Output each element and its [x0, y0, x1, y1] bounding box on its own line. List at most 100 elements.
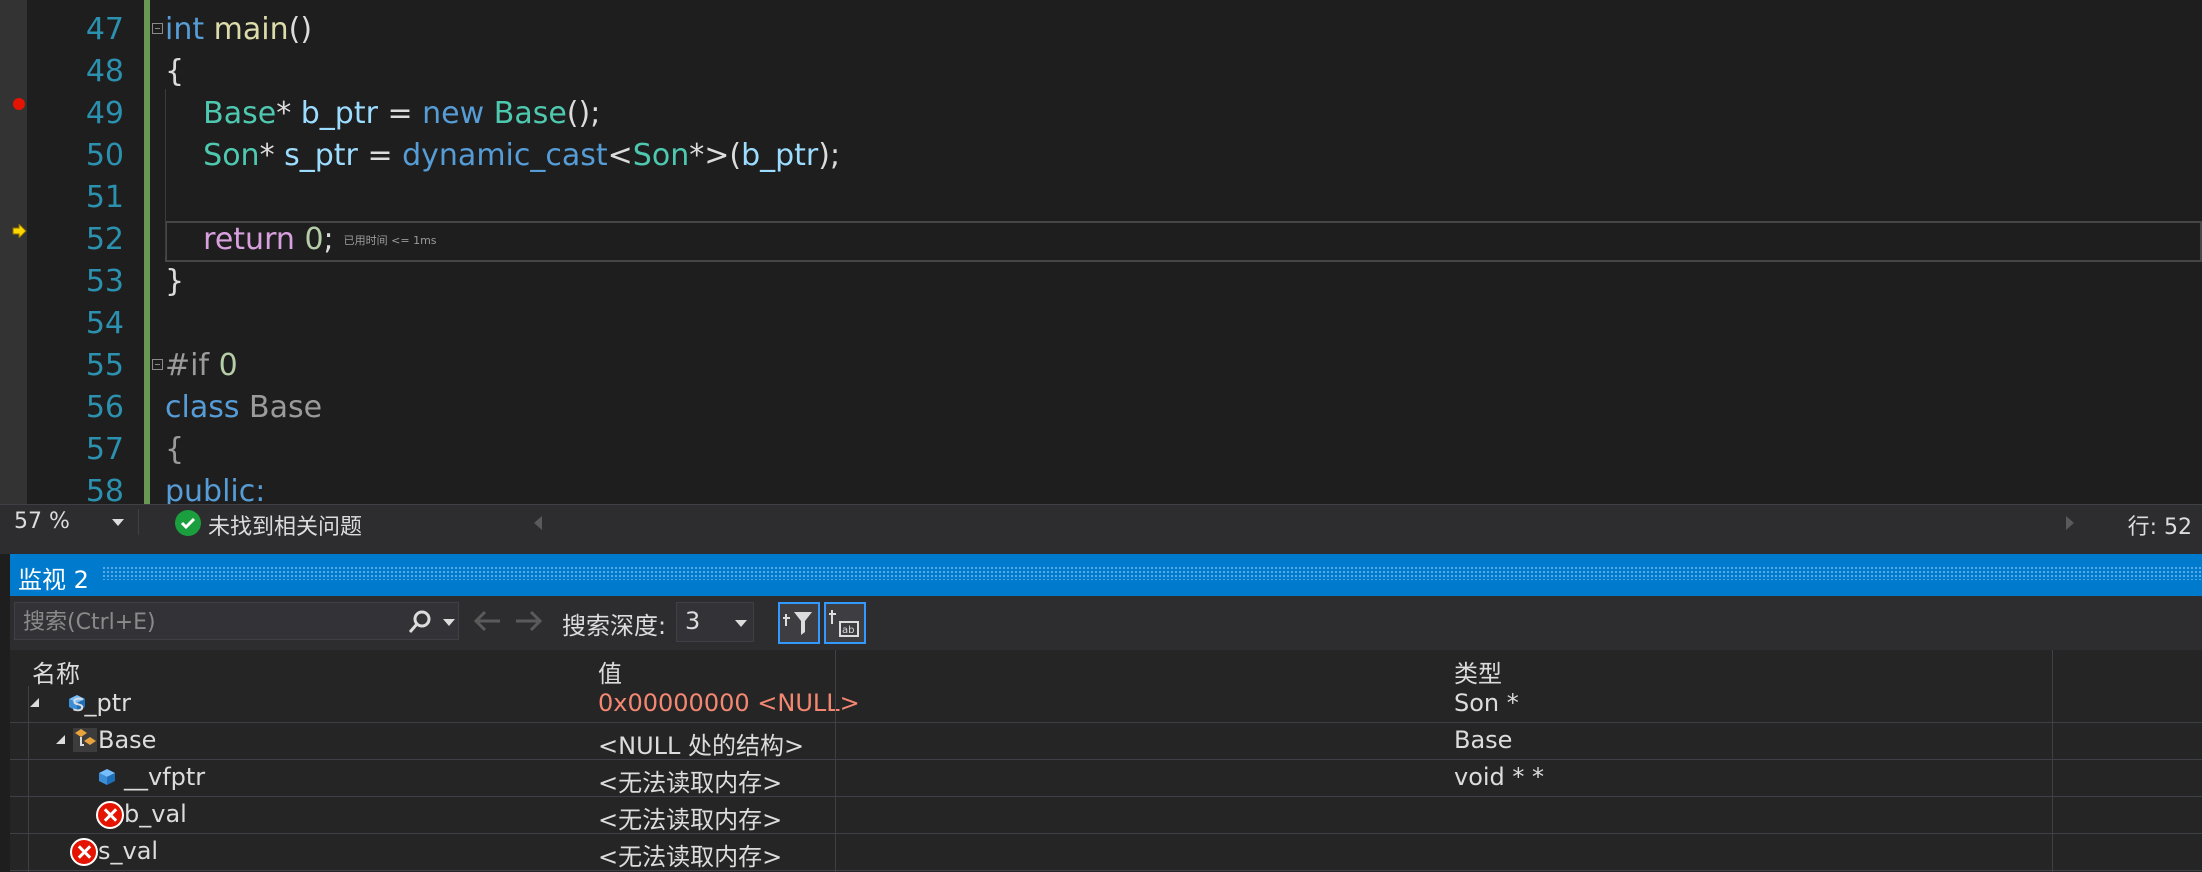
scroll-right-icon[interactable] [2066, 516, 2074, 530]
variable-name[interactable]: b_val [124, 800, 187, 828]
watch-row[interactable]: Base <NULL 处的结构> Base [10, 723, 2202, 760]
watch-row[interactable]: b_val <无法读取内存> [10, 797, 2202, 834]
collapse-arrow-icon[interactable] [56, 735, 65, 744]
code-line[interactable]: 49 Base* b_ptr = new Base(); [0, 93, 2202, 135]
code-token: class [165, 390, 240, 425]
code-token: (); [566, 96, 601, 131]
code-token: 0 [218, 348, 238, 383]
code-line[interactable]: 47 int main() [0, 9, 2202, 51]
arrow-left-icon[interactable] [472, 608, 502, 634]
code-token: { [165, 432, 185, 467]
indent-guide [165, 89, 166, 257]
arrow-right-icon[interactable] [514, 608, 544, 634]
watch-row[interactable]: s_ptr 0x00000000 <NULL> Son * [10, 686, 2202, 723]
line-number: 55 [85, 348, 124, 383]
variable-value[interactable]: <无法读取内存> [598, 800, 782, 835]
code-text[interactable]: int main() [165, 9, 312, 51]
code-line[interactable]: 52 return 0; 已用时间 <= 1ms [0, 219, 2202, 261]
code-token: Base [493, 96, 567, 131]
code-line[interactable]: 51 [0, 177, 2202, 219]
code-text[interactable]: Son* s_ptr = dynamic_cast<Son*>(b_ptr); [165, 135, 840, 177]
search-depth-select[interactable]: 3 [676, 602, 754, 642]
code-line[interactable]: 55 #if 0 [0, 345, 2202, 387]
code-token: () [288, 12, 313, 47]
hex-display-button[interactable]: ab [824, 602, 866, 644]
search-depth-label: 搜索深度: [562, 612, 667, 640]
grid-header: 名称 值 类型 [10, 650, 2202, 689]
line-indicator: 行: 52 [2127, 515, 2192, 540]
variable-name[interactable]: s_val [98, 837, 158, 865]
variable-name[interactable]: __vfptr [124, 763, 205, 791]
code-editor[interactable]: 47 int main() 48{49 Base* b_ptr = new Base… [0, 0, 2202, 504]
watch-window-title: 监视 2 [18, 566, 89, 594]
code-line[interactable]: 48 { [0, 51, 2202, 93]
variable-value[interactable]: <无法读取内存> [598, 837, 782, 872]
watch-row[interactable]: s_val <无法读取内存> [10, 834, 2202, 871]
column-header-type[interactable]: 类型 [1454, 654, 1502, 689]
search-icon[interactable] [407, 609, 433, 635]
code-line[interactable]: 58 public: [0, 471, 2202, 504]
variable-value[interactable]: <无法读取内存> [598, 763, 782, 798]
code-token: #if [165, 348, 210, 383]
editor-status-bar: 57 % 未找到相关问题 行: 52 [0, 504, 2202, 540]
fold-toggle-icon[interactable] [152, 23, 163, 34]
code-line[interactable]: 57 { [0, 429, 2202, 471]
divider [138, 509, 139, 535]
code-token: = [357, 138, 403, 173]
column-divider[interactable] [2052, 650, 2053, 872]
code-text[interactable]: Base* b_ptr = new Base(); [165, 93, 600, 135]
fold-toggle-icon[interactable] [152, 359, 163, 370]
check-circle-icon[interactable] [175, 510, 201, 536]
filter-pin-button[interactable] [778, 602, 820, 644]
code-token: s_ptr [284, 138, 358, 173]
code-line[interactable]: 54 [0, 303, 2202, 345]
panel-gap [0, 540, 2202, 554]
variable-name[interactable]: s_ptr [72, 689, 131, 717]
perf-tip[interactable]: 已用时间 <= 1ms [344, 234, 437, 247]
column-divider[interactable] [835, 650, 836, 872]
code-line[interactable]: 56 class Base [0, 387, 2202, 429]
variable-value[interactable]: <NULL 处的结构> [598, 726, 804, 761]
code-token: } [165, 264, 185, 299]
line-number: 56 [85, 390, 124, 425]
column-header-name[interactable]: 名称 [32, 654, 80, 689]
code-text[interactable]: class Base [165, 387, 322, 429]
line-number: 52 [85, 222, 124, 257]
code-token: * [259, 138, 285, 173]
search-input[interactable] [15, 603, 405, 641]
search-depth-value: 3 [685, 607, 701, 635]
zoom-dropdown-icon[interactable] [112, 519, 124, 526]
code-token: ); [818, 138, 841, 173]
column-header-value[interactable]: 值 [598, 654, 622, 689]
line-number: 47 [85, 12, 124, 47]
code-token: 0 [304, 222, 324, 257]
issues-status[interactable]: 未找到相关问题 [208, 509, 362, 541]
title-grip[interactable] [102, 566, 2202, 580]
chevron-down-icon[interactable] [443, 619, 455, 626]
code-token: dynamic_cast [402, 138, 608, 173]
code-text[interactable]: public: [165, 471, 265, 504]
code-token: Base [203, 96, 277, 131]
collapse-arrow-icon[interactable] [30, 698, 39, 707]
search-box[interactable] [14, 602, 459, 641]
line-number: 50 [85, 138, 124, 173]
watch-window-title-bar[interactable]: 监视 2 [10, 554, 2202, 596]
variable-value[interactable]: 0x00000000 <NULL> [598, 689, 860, 717]
watch-row[interactable]: __vfptr <无法读取内存> void * * [10, 760, 2202, 797]
code-line[interactable]: 53} [0, 261, 2202, 303]
scroll-left-icon[interactable] [534, 516, 542, 530]
variable-name[interactable]: Base [98, 726, 156, 754]
code-text[interactable]: #if 0 [165, 345, 238, 387]
code-text[interactable]: { [165, 429, 184, 471]
code-text[interactable]: return 0; 已用时间 <= 1ms [165, 219, 437, 262]
code-text[interactable]: } [165, 261, 184, 303]
code-text[interactable]: { [165, 51, 184, 93]
code-line[interactable]: 50 Son* s_ptr = dynamic_cast<Son*>(b_ptr… [0, 135, 2202, 177]
code-token: Son [632, 138, 690, 173]
code-token: = [377, 96, 423, 131]
code-token: main [213, 12, 289, 47]
zoom-level[interactable]: 57 % [14, 509, 70, 534]
code-token: Base [249, 390, 323, 425]
